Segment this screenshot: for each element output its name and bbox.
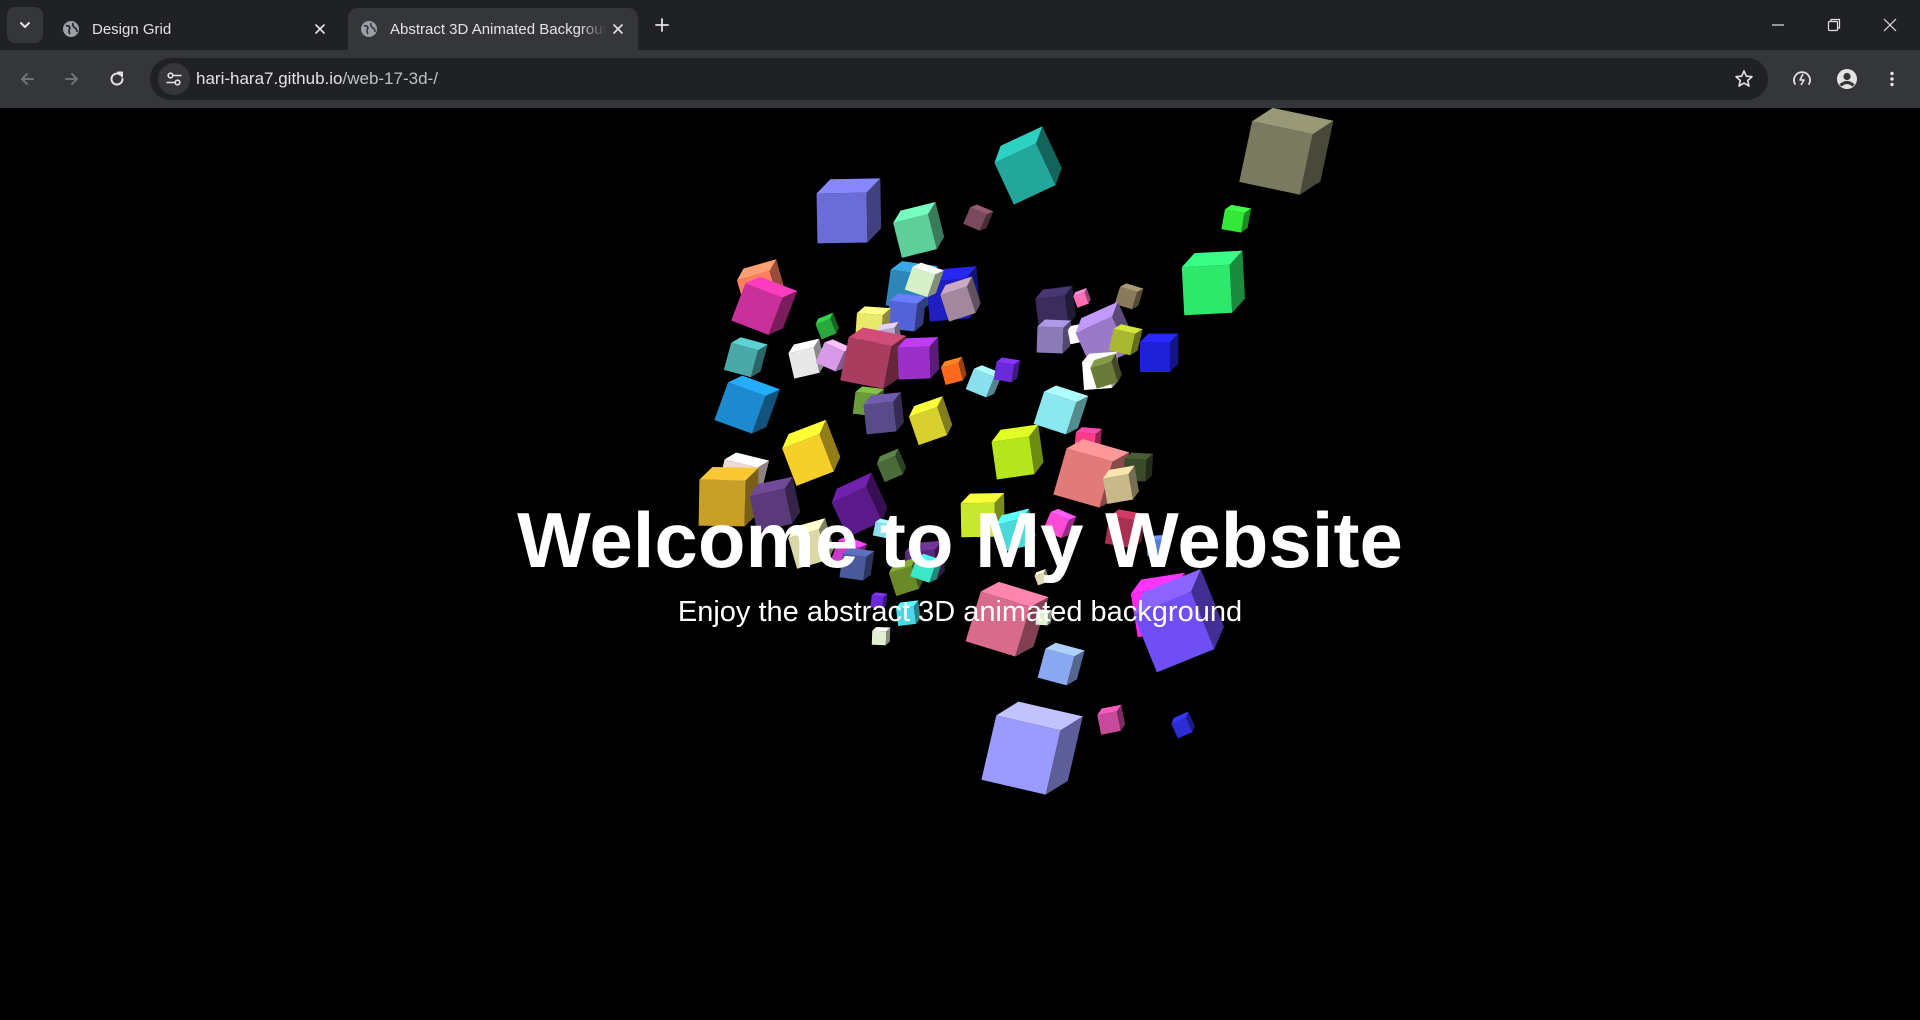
- url-path: /web-17-3d-/: [342, 69, 438, 88]
- arrow-left-icon: [21, 73, 34, 85]
- reload-button[interactable]: [100, 62, 134, 96]
- globe-icon: [361, 21, 377, 37]
- cube-shape: [897, 337, 940, 380]
- star-icon: [1735, 70, 1753, 87]
- cube-shape: [723, 337, 768, 378]
- bookmark-button[interactable]: [1728, 63, 1760, 95]
- close-icon: [613, 24, 623, 34]
- tune-icon: [166, 72, 182, 86]
- globe-icon: [63, 21, 79, 37]
- page-subheading: Enjoy the abstract 3D animated backgroun…: [677, 596, 1243, 628]
- cube-shape: [1171, 711, 1195, 739]
- tab-strip: Design Grid Abstract 3D Animated Backgro…: [0, 0, 1920, 50]
- cube-shape: [1239, 108, 1334, 195]
- arrow-right-icon: [65, 73, 78, 85]
- cube-shape: [1221, 204, 1252, 233]
- address-bar[interactable]: hari-hara7.github.io/web-17-3d-/: [150, 58, 1768, 100]
- cube-shape: [893, 201, 945, 258]
- minimize-icon: [1772, 24, 1784, 26]
- cube-shape: [876, 448, 907, 483]
- cube-shape: [1037, 642, 1085, 686]
- site-info-button[interactable]: [158, 63, 190, 95]
- url-host: hari-hara7.github.io: [196, 69, 343, 88]
- close-window-button[interactable]: [1862, 0, 1918, 50]
- cube-shape: [816, 178, 882, 244]
- cube-shape: [940, 356, 967, 386]
- cube-shape: [991, 424, 1044, 480]
- profile-button[interactable]: [1830, 62, 1864, 96]
- cube-shape: [714, 375, 780, 434]
- cube-shape: [1097, 704, 1126, 735]
- close-tab-button[interactable]: [606, 17, 630, 41]
- cube-shape: [994, 126, 1062, 205]
- chevron-down-icon: [20, 22, 30, 28]
- cube-shape: [782, 419, 841, 486]
- tab-title: Design Grid: [92, 20, 172, 38]
- forward-button[interactable]: [55, 62, 89, 96]
- close-tab-button[interactable]: [308, 17, 332, 41]
- account-icon: [1837, 69, 1857, 89]
- hero: Welcome to My Website Enjoy the abstract…: [0, 494, 1920, 630]
- tab-search-button[interactable]: [7, 7, 43, 43]
- cube-shape: [1140, 333, 1179, 372]
- tab-title: Abstract 3D Animated Background: [390, 20, 606, 38]
- cube-shape: [815, 312, 839, 340]
- cube-shape: [1073, 288, 1091, 308]
- restore-icon: [1827, 18, 1841, 32]
- cube-shape: [840, 327, 907, 389]
- cube-shape: [963, 204, 994, 231]
- minimize-button[interactable]: [1750, 0, 1806, 50]
- cube-shape: [1181, 250, 1245, 316]
- tab-design-grid[interactable]: Design Grid: [50, 8, 340, 50]
- reload-icon: [110, 71, 124, 86]
- browser-window: Design Grid Abstract 3D Animated Backgro…: [0, 0, 1920, 1020]
- new-tab-button[interactable]: [648, 11, 676, 39]
- cube-shape: [981, 701, 1083, 795]
- url-text[interactable]: hari-hara7.github.io/web-17-3d-/: [196, 58, 438, 100]
- toolbar: hari-hara7.github.io/web-17-3d-/: [0, 50, 1920, 108]
- back-button[interactable]: [10, 62, 44, 96]
- page-heading: Welcome to My Website: [517, 496, 1403, 584]
- cube-shape: [908, 396, 953, 446]
- speed-icon: [1793, 71, 1811, 86]
- cube-shape: [993, 357, 1021, 383]
- cube-shape: [863, 392, 904, 435]
- close-icon: [1883, 18, 1897, 32]
- menu-button[interactable]: [1875, 62, 1909, 96]
- more-vert-icon: [1890, 71, 1894, 87]
- restore-button[interactable]: [1806, 0, 1862, 50]
- performance-button[interactable]: [1785, 62, 1819, 96]
- plus-icon: [655, 18, 669, 32]
- close-icon: [315, 24, 325, 34]
- page-viewport: Welcome to My Website Enjoy the abstract…: [0, 108, 1920, 1020]
- cube-shape: [1036, 319, 1071, 354]
- tab-abstract-3d[interactable]: Abstract 3D Animated Background: [348, 8, 638, 50]
